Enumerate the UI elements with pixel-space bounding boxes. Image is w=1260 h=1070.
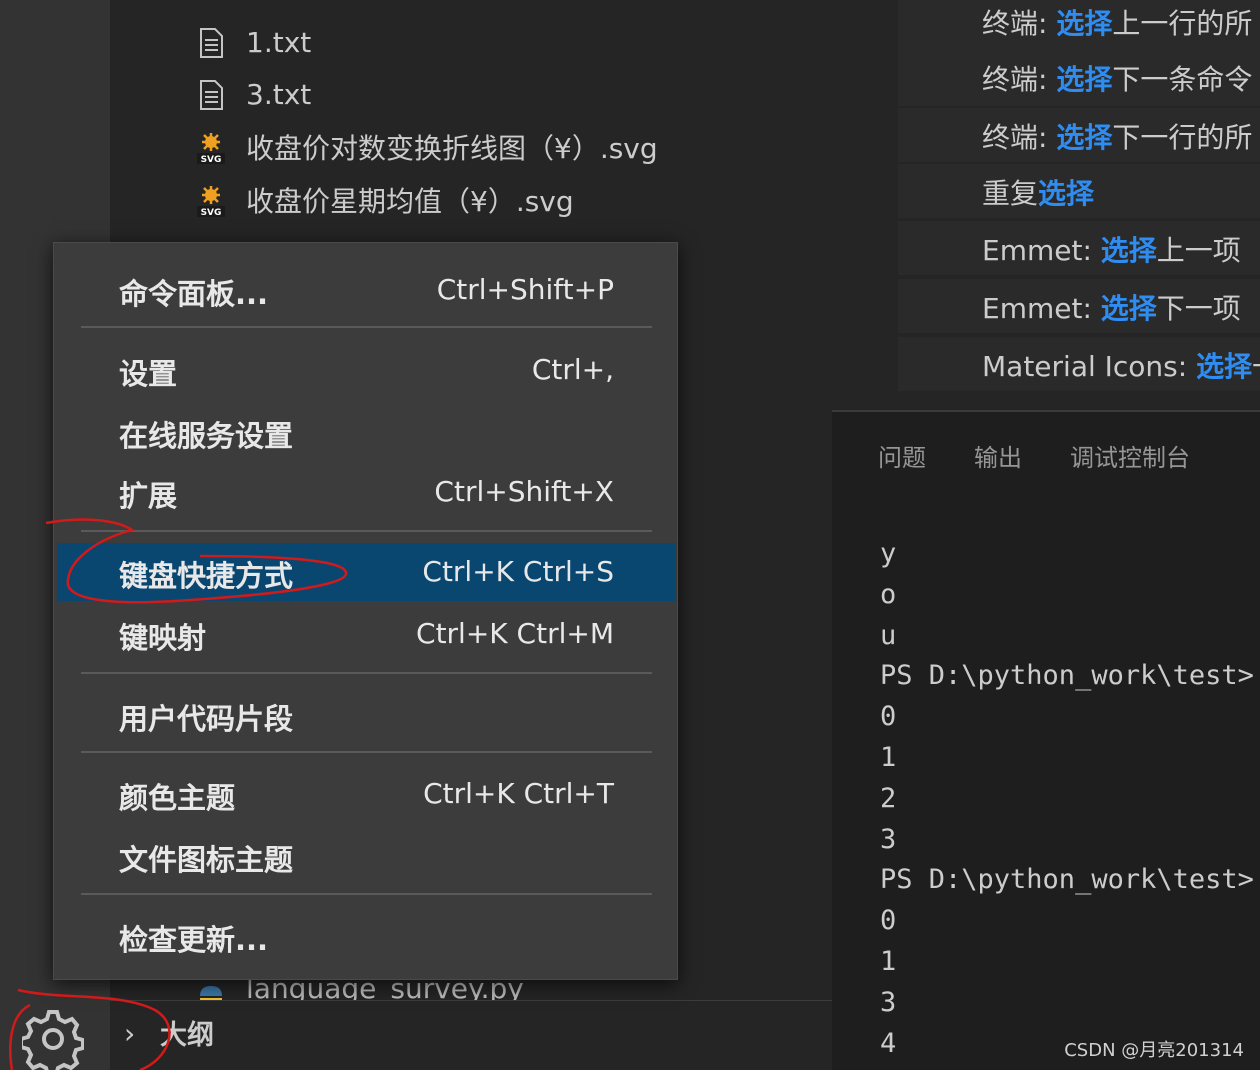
menu-item-shortcut: Ctrl+Shift+P [436, 273, 614, 306]
keybinding-result-text: 重复选择 [982, 177, 1095, 210]
menu-separator [81, 751, 652, 753]
tab-output[interactable]: 输出 [974, 438, 1022, 473]
keybinding-result-text: Emmet: 选择下一项 [982, 292, 1241, 325]
file-name: 1.txt [246, 25, 312, 59]
file-name: 3.txt [246, 77, 312, 111]
keybinding-result-text: 终端: 选择下一条命令 [982, 63, 1253, 96]
menu-separator [81, 326, 652, 328]
menu-separator [81, 530, 652, 532]
svg-file-icon: SVG [197, 186, 225, 218]
svg-file-icon: SVG [197, 133, 225, 165]
bottom-panel: 问题 输出 调试控制台 y o u PS D:\python_work\test> 0 1… [832, 410, 1260, 1070]
keybinding-result-row[interactable]: 终端: 选择下一行的所 [898, 108, 1260, 162]
terminal-line: 1 [880, 741, 897, 773]
keybinding-result-row[interactable]: Emmet: 选择下一项 [898, 279, 1260, 333]
vscode-window: 1.txt 3.txt SVG 收盘价对数变换折线图（¥）.svg SVG 收盘… [0, 0, 1260, 1070]
menu-item-label: 命令面板... [119, 277, 269, 311]
menu-item-keyboard-shortcuts[interactable]: 键盘快捷方式 Ctrl+K Ctrl+S [57, 543, 676, 601]
terminal-line: u [880, 619, 897, 651]
menu-item-label: 在线服务设置 [119, 419, 294, 453]
outline-label: 大纲 [160, 1020, 214, 1051]
keybinding-result-row[interactable]: Material Icons: 选择一 [898, 337, 1260, 391]
terminal-line: 0 [880, 905, 897, 937]
menu-item-settings[interactable]: 设置 Ctrl+, [57, 341, 676, 399]
file-name: 收盘价星期均值（¥）.svg [246, 185, 574, 218]
tab-debug-console[interactable]: 调试控制台 [1070, 438, 1190, 473]
watermark: CSDN @月亮201314 [1064, 1040, 1244, 1061]
keybinding-result-text: Material Icons: 选择一 [982, 350, 1260, 383]
keybinding-result-row[interactable]: Emmet: 选择上一项 [898, 221, 1260, 275]
chevron-right-icon: › [124, 1017, 136, 1050]
menu-item-label: 用户代码片段 [119, 702, 294, 736]
text-file-icon [200, 80, 223, 110]
menu-item-label: 颜色主题 [119, 781, 236, 815]
terminal-line: 3 [880, 823, 897, 855]
menu-item-online-services-settings[interactable]: 在线服务设置 [57, 403, 676, 461]
keybinding-result-text: 终端: 选择下一行的所 [982, 121, 1253, 154]
file-item[interactable]: 1.txt [110, 16, 832, 68]
terminal-line: 1 [880, 945, 897, 977]
keybinding-result-row[interactable]: 终端: 选择上一行的所 [898, 0, 1260, 54]
menu-item-user-snippets[interactable]: 用户代码片段 [57, 686, 676, 744]
menu-separator [81, 672, 652, 674]
menu-item-label: 键映射 [119, 621, 207, 655]
keybinding-result-text: 终端: 选择上一行的所 [982, 7, 1253, 40]
menu-item-shortcut: Ctrl+K Ctrl+M [416, 617, 614, 650]
outline-section-header[interactable]: › 大纲 [110, 1000, 832, 1070]
menu-separator [81, 893, 652, 895]
keybinding-result-text: Emmet: 选择上一项 [982, 234, 1241, 267]
menu-item-check-for-updates[interactable]: 检查更新... [57, 907, 676, 965]
menu-item-label: 扩展 [119, 479, 178, 513]
menu-item-label: 检查更新... [119, 923, 269, 957]
manage-gear-icon[interactable] [22, 1008, 84, 1070]
panel-tabs: 问题 输出 调试控制台 [878, 438, 1190, 473]
menu-item-shortcut: Ctrl+K Ctrl+T [423, 777, 614, 810]
menu-item-shortcut: Ctrl+, [531, 353, 614, 386]
python-file-icon [200, 986, 222, 1000]
terminal-line: PS D:\python_work\test> [880, 864, 1254, 896]
file-item[interactable]: language_survey.py [110, 978, 832, 1000]
tab-problems[interactable]: 问题 [878, 438, 926, 473]
menu-item-label: 键盘快捷方式 [119, 559, 294, 593]
menu-item-label: 设置 [119, 357, 178, 391]
keybinding-result-row[interactable]: 重复选择 [898, 164, 1260, 218]
keybinding-search-results: 终端: 选择上一行的所 终端: 选择下一条命令 终端: 选择下一行的所 重复选择… [832, 0, 1260, 410]
text-file-icon [200, 28, 223, 58]
file-item[interactable]: SVG 收盘价对数变换折线图（¥）.svg [110, 121, 832, 173]
terminal-line: 3 [880, 986, 897, 1018]
svg-text:SVG: SVG [201, 155, 222, 165]
menu-item-shortcut: Ctrl+Shift+X [434, 475, 614, 508]
manage-context-menu: 命令面板... Ctrl+Shift+P 设置 Ctrl+, 在线服务设置 扩展… [53, 242, 678, 980]
menu-item-extensions[interactable]: 扩展 Ctrl+Shift+X [57, 463, 676, 521]
file-item[interactable]: SVG 收盘价星期均值（¥）.svg [110, 174, 832, 226]
file-name: language_survey.py [246, 978, 524, 1000]
terminal-line: 2 [880, 782, 897, 814]
keybinding-result-row[interactable]: 终端: 选择下一条命令 [898, 52, 1260, 106]
menu-item-color-theme[interactable]: 颜色主题 Ctrl+K Ctrl+T [57, 765, 676, 823]
menu-item-command-palette[interactable]: 命令面板... Ctrl+Shift+P [57, 261, 676, 319]
menu-item-keymaps[interactable]: 键映射 Ctrl+K Ctrl+M [57, 605, 676, 663]
terminal-line: o [880, 578, 897, 610]
file-item[interactable]: 3.txt [110, 68, 832, 120]
terminal-output[interactable]: y o u PS D:\python_work\test> 0 1 2 3 PS D:\pyth… [880, 534, 1254, 1064]
menu-item-shortcut: Ctrl+K Ctrl+S [422, 555, 614, 588]
svg-text:SVG: SVG [201, 208, 222, 218]
menu-item-file-icon-theme[interactable]: 文件图标主题 [57, 827, 676, 885]
terminal-line: PS D:\python_work\test> [880, 660, 1254, 692]
menu-item-label: 文件图标主题 [119, 843, 294, 877]
file-name: 收盘价对数变换折线图（¥）.svg [246, 132, 658, 165]
terminal-line: 0 [880, 701, 897, 733]
terminal-line: y [880, 538, 897, 569]
